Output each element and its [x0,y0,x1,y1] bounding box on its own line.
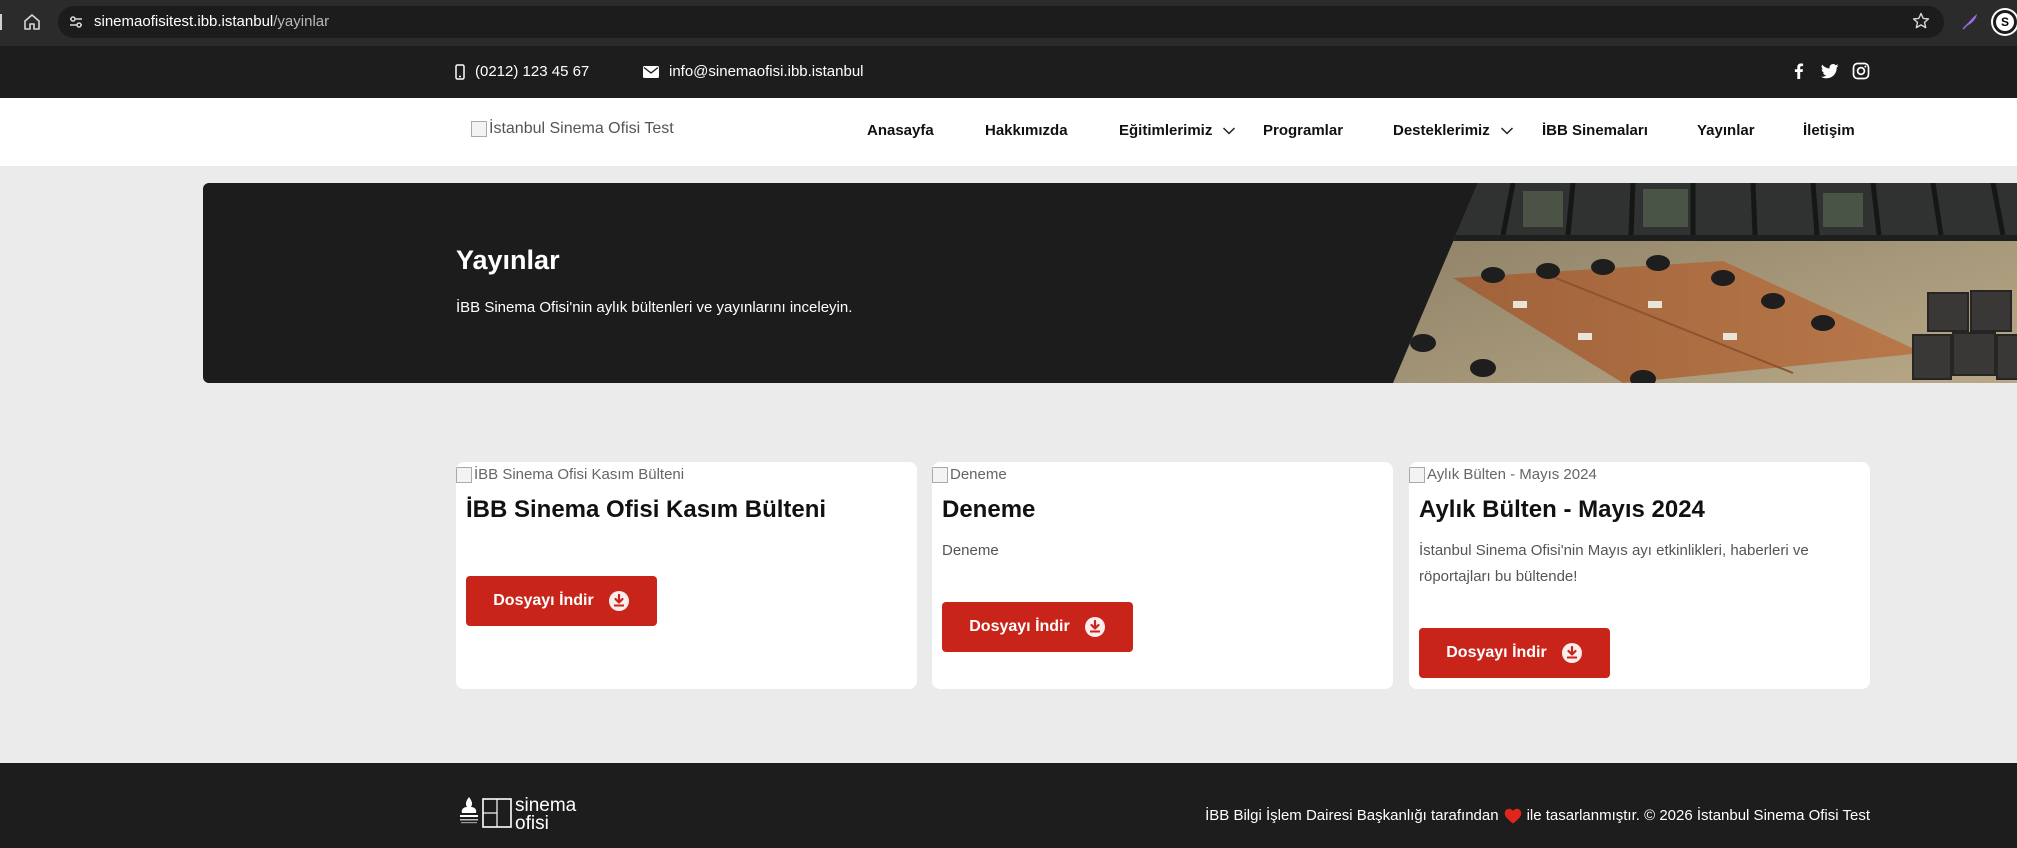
email-link[interactable]: info@sinemaofisi.ibb.istanbul [643,63,864,80]
card-image-alt-text: Deneme [950,466,1007,483]
url-text[interactable]: sinemaofisitest.ibb.istanbul/yayinlar [94,13,329,30]
download-icon [1084,617,1105,637]
nav-item-label: Programlar [1263,122,1344,139]
phone-number: (0212) 123 45 67 [475,63,590,80]
download-button-label: Dosyayı İndir [493,592,594,609]
meeting-room-photo [1393,183,2017,383]
publication-card: Aylık Bülten - Mayıs 2024 Aylık Bülten -… [1409,462,1870,689]
sinema-ofisi-mark-icon [482,798,512,828]
nav-item-label: Eğitimlerimiz [1119,122,1213,139]
phone-link[interactable]: (0212) 123 45 67 [455,63,589,80]
email-address: info@sinemaofisi.ibb.istanbul [669,63,864,80]
mobile-phone-icon [455,63,465,80]
broken-image-icon [471,121,487,137]
card-title: Deneme [942,496,1036,523]
nav-item-label: İBB Sinemaları [1542,122,1648,139]
nav-item-label: Yayınlar [1697,122,1755,139]
nav-item-label: Anasayfa [867,122,934,139]
site-logo[interactable]: İstanbul Sinema Ofisi Test [471,120,674,138]
card-image: Aylık Bülten - Mayıs 2024 [1409,466,1597,483]
footer-credit-after: ile tasarlanmıştır. © 2026 İstanbul Sine… [1526,807,1870,824]
site-logo-alt-text: İstanbul Sinema Ofisi Test [489,120,674,137]
bookmark-star-icon[interactable] [1911,11,1931,31]
nav-item-programlar[interactable]: Programlar [1263,122,1343,139]
footer-logo-text-2: ofisi [515,813,549,831]
tab-edge [0,14,4,30]
nav-item-yayinlar[interactable]: Yayınlar [1697,122,1755,139]
envelope-icon [643,65,659,78]
download-button-label: Dosyayı İndir [969,618,1070,635]
broken-image-icon [1409,466,1425,483]
footer-credit-before: İBB Bilgi İşlem Dairesi Başkanlığı taraf… [1205,807,1499,824]
site-footer: sinema ofisi İBB Bilgi İşlem Dairesi Baş… [0,763,2017,848]
ibb-emblem-icon [460,797,478,824]
nav-item-label: İletişim [1803,122,1855,139]
card-description: Deneme [942,542,999,559]
broken-image-icon [932,466,948,483]
publication-card: Deneme Deneme Deneme Dosyayı İndir [932,462,1393,689]
download-file-button[interactable]: Dosyayı İndir [942,602,1133,652]
extension-feather-icon[interactable] [1960,11,1980,31]
card-description: İstanbul Sinema Ofisi'nin Mayıs ayı etki… [1419,542,1809,585]
chevron-down-icon [1223,126,1236,135]
facebook-icon[interactable] [1789,61,1809,81]
profile-avatar[interactable]: S [1993,10,2017,34]
card-image: İBB Sinema Ofisi Kasım Bülteni [456,466,684,483]
download-file-button[interactable]: Dosyayı İndir [466,576,657,626]
instagram-icon[interactable] [1851,61,1871,81]
browser-toolbar: sinemaofisitest.ibb.istanbul/yayinlar S [0,0,2017,46]
main-navbar: İstanbul Sinema Ofisi Test Anasayfa Hakk… [0,98,2017,166]
page-title: Yayınlar [456,245,560,275]
site-settings-icon[interactable] [68,14,84,30]
nav-item-egitimlerimiz[interactable]: Eğitimlerimiz [1119,122,1236,139]
nav-item-label: Hakkımızda [985,122,1068,139]
nav-item-ibb-sinemalari[interactable]: İBB Sinemaları [1542,122,1648,139]
card-title: İBB Sinema Ofisi Kasım Bülteni [466,496,827,523]
address-bar[interactable] [58,6,1944,38]
footer-credit: İBB Bilgi İşlem Dairesi Başkanlığı taraf… [1205,807,1870,824]
url-host: sinemaofisitest.ibb.istanbul [94,13,274,30]
page-hero: Yayınlar İBB Sinema Ofisi'nin aylık bült… [203,183,2017,383]
card-image-alt-text: Aylık Bülten - Mayıs 2024 [1427,466,1597,483]
card-title: Aylık Bülten - Mayıs 2024 [1419,496,1705,523]
nav-item-hakkimizda[interactable]: Hakkımızda [985,122,1068,139]
download-icon [1561,643,1582,663]
publication-card: İBB Sinema Ofisi Kasım Bülteni İBB Sinem… [456,462,917,689]
nav-item-label: Desteklerimiz [1393,122,1490,139]
card-image: Deneme [932,466,1007,483]
twitter-icon[interactable] [1820,61,1840,81]
url-path: /yayinlar [273,13,330,30]
home-icon[interactable] [22,12,42,32]
heart-icon [1504,808,1521,823]
page-subtitle: İBB Sinema Ofisi'nin aylık bültenleri ve… [456,299,853,316]
contact-bar: (0212) 123 45 67 info@sinemaofisi.ibb.is… [0,46,2017,98]
broken-image-icon [456,466,472,483]
download-button-label: Dosyayı İndir [1446,644,1547,661]
card-image-alt-text: İBB Sinema Ofisi Kasım Bülteni [474,466,685,483]
nav-item-anasayfa[interactable]: Anasayfa [867,122,934,139]
chevron-down-icon [1500,126,1513,135]
nav-item-desteklerimiz[interactable]: Desteklerimiz [1393,122,1514,139]
nav-item-iletisim[interactable]: İletişim [1803,122,1855,139]
download-icon [608,591,629,611]
download-file-button[interactable]: Dosyayı İndir [1419,628,1610,678]
footer-logo[interactable]: sinema ofisi [457,793,605,831]
